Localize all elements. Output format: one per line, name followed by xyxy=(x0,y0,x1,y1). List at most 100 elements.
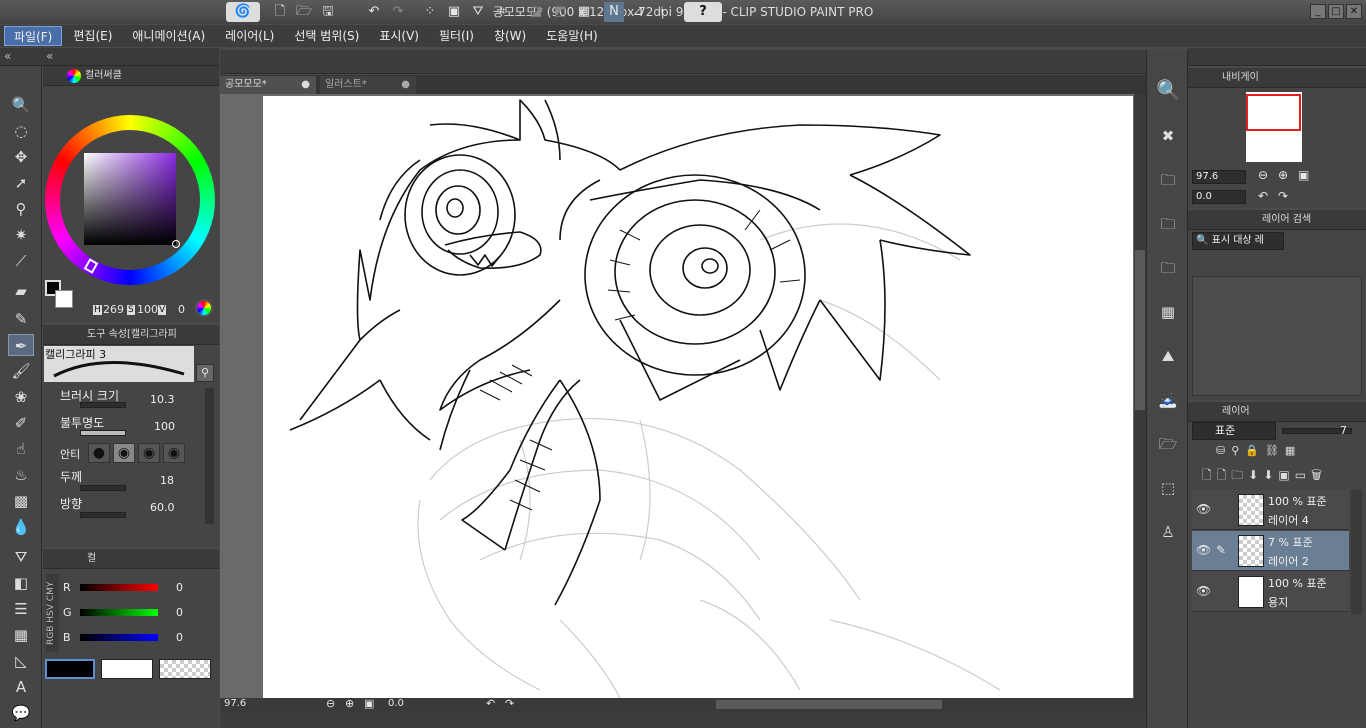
menu-window[interactable]: 창(W) xyxy=(485,26,535,46)
text-tool-icon[interactable]: A xyxy=(8,676,34,698)
navigator-angle-value[interactable]: 0.0 xyxy=(1192,190,1246,204)
help-icon[interactable]: ? xyxy=(684,2,722,22)
antialias-mid-button[interactable]: ◉ xyxy=(138,443,160,463)
thickness-slider[interactable] xyxy=(80,485,126,491)
decoration-tool-icon[interactable]: ❀ xyxy=(8,386,34,408)
color-wheel-tab[interactable]: 컬러써클 xyxy=(43,66,219,86)
save-icon[interactable]: 🖫 xyxy=(318,2,338,22)
nav-fit-icon[interactable]: ▣ xyxy=(1298,168,1309,182)
crop-icon[interactable]: ⌗ xyxy=(492,2,512,22)
layer-name[interactable]: 레이어 4 xyxy=(1268,512,1309,528)
g-value[interactable]: 0 xyxy=(176,606,183,619)
water-drop-icon[interactable]: 💧 xyxy=(8,516,34,538)
brush-tool-icon[interactable]: 🖌 xyxy=(8,360,34,382)
zoom-out-icon[interactable]: ⊖ xyxy=(326,697,335,710)
g-slider[interactable] xyxy=(80,609,158,616)
color-mode-toggle-icon[interactable] xyxy=(195,299,213,317)
snap-ruler-icon[interactable]: N xyxy=(604,2,624,22)
smudge-tool-icon[interactable]: ♨ xyxy=(8,464,34,486)
undo-icon[interactable]: ↶ xyxy=(364,2,384,22)
texture-tool-icon[interactable]: ▩ xyxy=(8,490,34,512)
3d-figure-icon[interactable]: ♙ xyxy=(1156,520,1180,544)
timeline-collapsed-bar[interactable] xyxy=(220,712,1146,728)
nav-rotate-left-icon[interactable]: ↶ xyxy=(1258,189,1268,203)
layer-lock-toolbar[interactable]: ⛁⚲🔒⛓▦ xyxy=(1192,444,1362,462)
layer-search-tab[interactable]: 레이어 검색 xyxy=(1188,210,1366,230)
pen-tool-icon[interactable]: ✎ xyxy=(8,308,34,330)
airbrush-icon[interactable]: ✐ xyxy=(8,412,34,434)
3d-object-icon[interactable]: ⬚ xyxy=(1156,476,1180,500)
deselect-icon[interactable]: ◪ xyxy=(526,2,546,22)
blend-tool-icon[interactable]: ☝ xyxy=(8,438,34,460)
canvas-zoom-value[interactable]: 97.6 xyxy=(224,698,246,709)
minimize-button[interactable]: _ xyxy=(1310,4,1326,19)
color-mode-tabs[interactable]: RGB HSV CMY xyxy=(46,574,59,652)
zoom-in-icon[interactable]: ⊕ xyxy=(345,697,354,710)
nav-zoom-in-icon[interactable]: ⊕ xyxy=(1278,168,1288,182)
canvas-paper[interactable] xyxy=(263,96,1133,699)
tool-property-tab[interactable]: 도구 속성[캘리그라피 xyxy=(43,325,219,345)
tab-document-1[interactable]: 공모모모* ● xyxy=(220,76,316,94)
visibility-eye-icon[interactable]: 👁 xyxy=(1196,584,1211,598)
new-file-icon[interactable]: 🗋 xyxy=(270,2,290,22)
calligraphy-pen-icon[interactable]: ✒ xyxy=(8,334,34,356)
nav-rotate-right-icon[interactable]: ↷ xyxy=(1278,189,1288,203)
menu-edit[interactable]: 편집(E) xyxy=(64,26,121,46)
select-object-icon[interactable]: ➚ xyxy=(8,172,34,194)
blend-mode-select[interactable]: 표준 xyxy=(1192,422,1276,440)
fill-tool-icon[interactable]: ⛛ xyxy=(8,546,34,568)
material-folder-icon[interactable]: 🗀 xyxy=(1156,168,1180,192)
material-mountain-icon[interactable]: ⛰ xyxy=(1156,344,1180,368)
rgb-tab[interactable]: RGB xyxy=(46,625,56,644)
canvas-angle-value[interactable]: 0.0 xyxy=(388,698,404,709)
r-slider[interactable] xyxy=(80,584,158,591)
layer-search-filter[interactable]: 🔍 표시 대상 레 xyxy=(1192,232,1284,250)
current-sub-color[interactable] xyxy=(101,659,153,679)
horizontal-scroll-thumb[interactable] xyxy=(716,700,942,709)
antialias-none-button[interactable]: ● xyxy=(88,443,110,463)
balloon-tool-icon[interactable]: 💬 xyxy=(8,702,34,724)
snap-grid-icon[interactable]: ⟊ xyxy=(652,2,672,22)
material-grid-icon[interactable]: ▦ xyxy=(1156,300,1180,324)
material-image-icon[interactable]: 🗀 xyxy=(1156,212,1180,236)
snap-special-ruler-icon[interactable]: ⊿ xyxy=(628,2,648,22)
rotate-right-icon[interactable]: ↷ xyxy=(505,697,514,710)
transparent-color-swatch[interactable] xyxy=(45,310,73,316)
gradient-tool-icon[interactable]: ◧ xyxy=(8,572,34,594)
hatch-tool-icon[interactable]: ☰ xyxy=(8,598,34,620)
direction-slider[interactable] xyxy=(80,512,126,518)
navigator-tab[interactable]: 내비게이 xyxy=(1188,68,1366,88)
tab-close-icon[interactable]: ● xyxy=(301,76,310,94)
tab-document-2[interactable]: 일러스트* ● xyxy=(320,76,416,94)
brush-size-slider[interactable] xyxy=(80,402,126,408)
material-icon[interactable]: ✖ xyxy=(1156,124,1180,148)
eyedropper-icon[interactable]: ⟋ xyxy=(8,250,34,272)
layer-row[interactable]: 👁 100 % 표준 용지 xyxy=(1192,572,1349,612)
menu-selection[interactable]: 선택 범위(S) xyxy=(285,26,368,46)
ruler-tool-icon[interactable]: ◺ xyxy=(8,650,34,672)
b-value[interactable]: 0 xyxy=(176,631,183,644)
material-landscape-icon[interactable]: 🗻 xyxy=(1156,388,1180,412)
r-value[interactable]: 0 xyxy=(176,581,183,594)
maximize-button[interactable]: □ xyxy=(1328,4,1344,19)
antialias-low-button[interactable]: ◉ xyxy=(113,443,135,463)
clip-studio-icon[interactable]: 🌀 xyxy=(226,2,260,22)
rotate-left-icon[interactable]: ↶ xyxy=(486,697,495,710)
b-slider[interactable] xyxy=(80,634,158,641)
layer-scrollbar[interactable] xyxy=(1351,490,1362,614)
tool-settings-icon[interactable]: ⚲ xyxy=(196,364,214,382)
search-icon[interactable]: 🔍 xyxy=(1156,78,1181,102)
menu-filter[interactable]: 필터(I) xyxy=(430,26,483,46)
opacity-value[interactable]: 100 xyxy=(154,420,175,433)
navigator-zoom-value[interactable]: 97.6 xyxy=(1192,170,1246,184)
frame-tool-icon[interactable]: ▦ xyxy=(8,624,34,646)
fill-icon[interactable]: ⛛ xyxy=(468,2,488,22)
current-main-color[interactable] xyxy=(45,659,95,679)
menu-file[interactable]: 파일(F) xyxy=(4,26,63,46)
layer-name[interactable]: 레이어 2 xyxy=(1268,553,1309,569)
redo-icon[interactable]: ↷ xyxy=(388,2,408,22)
color-slider-tab[interactable]: 컬 xyxy=(43,549,219,569)
folder-icon[interactable]: 🗁 xyxy=(1156,432,1180,456)
visibility-eye-icon[interactable]: 👁 xyxy=(1196,502,1211,516)
transform-icon[interactable]: ▣ xyxy=(444,2,464,22)
